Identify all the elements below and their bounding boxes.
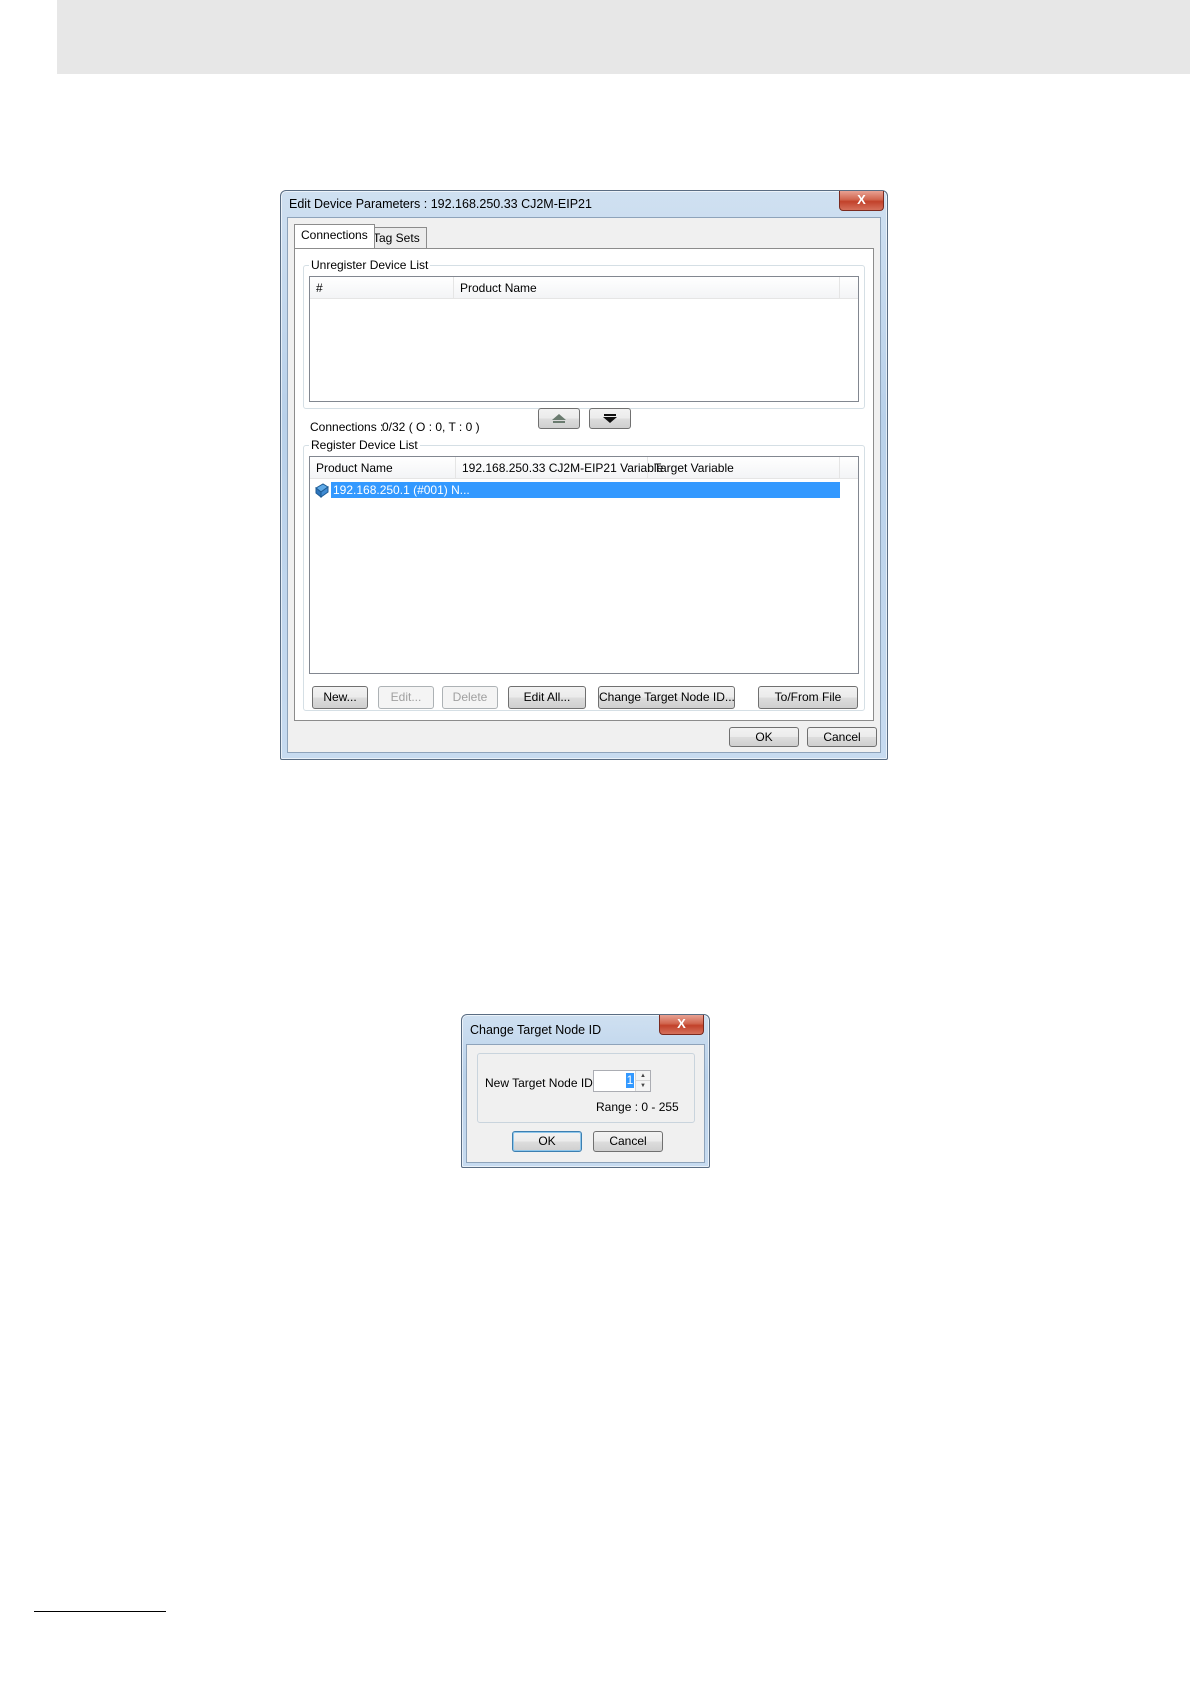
register-device-group: Register Device List Product Name 192.16… [303,438,865,711]
device-node-icon [315,483,329,498]
spin-up-icon[interactable]: ▲ [636,1071,650,1081]
tab-tag-sets[interactable]: Tag Sets [366,227,427,248]
unregister-device-list[interactable]: # Product Name [309,276,859,402]
node-id-group: New Target Node ID : 1 ▲ ▼ Range : 0 - 2… [477,1053,695,1123]
footer-rule [34,1611,166,1612]
table-row[interactable]: 192.168.250.1 (#001) N... [314,482,840,498]
move-down-arrow-icon [603,414,617,423]
dialog-client-area: New Target Node ID : 1 ▲ ▼ Range : 0 - 2… [466,1044,705,1163]
delete-button[interactable]: Delete [442,686,498,709]
new-target-node-id-label: New Target Node ID : [485,1076,600,1090]
new-button[interactable]: New... [312,686,368,709]
edit-all-button[interactable]: Edit All... [508,686,586,709]
close-button[interactable]: X [839,191,884,211]
unregister-device-group: Unregister Device List # Product Name [303,258,865,409]
spinner-buttons[interactable]: ▲ ▼ [635,1071,650,1091]
edit-button[interactable]: Edit... [378,686,434,709]
page-header-bar [57,0,1190,74]
register-device-list[interactable]: Product Name 192.168.250.33 CJ2M-EIP21 V… [309,456,859,674]
column-header-originator-variable[interactable]: 192.168.250.33 CJ2M-EIP21 Variable [456,457,663,479]
column-header-number[interactable]: # [310,277,454,299]
connections-label: Connections : [310,420,384,434]
tab-connections[interactable]: Connections [294,224,375,248]
spin-down-icon[interactable]: ▼ [636,1081,650,1091]
move-down-button[interactable] [589,408,631,429]
dialog-title: Change Target Node ID [470,1023,602,1037]
change-target-node-id-dialog: Change Target Node ID X New Target Node … [461,1014,710,1168]
row-product-name: 192.168.250.1 (#001) N... [333,483,470,497]
ok-button[interactable]: OK [729,727,799,747]
to-from-file-button[interactable]: To/From File [758,686,858,709]
range-text: Range : 0 - 255 [596,1100,679,1114]
dialog-title: Edit Device Parameters : 192.168.250.33 … [289,197,592,211]
close-icon: X [857,192,866,207]
cancel-button[interactable]: Cancel [807,727,877,747]
edit-device-parameters-dialog: Edit Device Parameters : 192.168.250.33 … [280,190,888,760]
column-header-product-name[interactable]: Product Name [454,277,840,299]
ok-button[interactable]: OK [512,1131,582,1152]
list-header: # Product Name [310,277,858,299]
unregister-device-list-label: Unregister Device List [309,258,431,272]
close-button[interactable]: X [659,1015,704,1035]
node-id-value[interactable]: 1 [626,1073,634,1088]
change-target-node-id-button[interactable]: Change Target Node ID... [598,686,735,709]
list-header: Product Name 192.168.250.33 CJ2M-EIP21 V… [310,457,858,479]
column-header-target-variable[interactable]: Target Variable [648,457,840,479]
column-header-product-name[interactable]: Product Name [310,457,456,479]
cancel-button[interactable]: Cancel [593,1131,663,1152]
selected-row-cell[interactable]: 192.168.250.1 (#001) N... [331,482,840,498]
dialog-client-area: Connections Tag Sets Unregister Device L… [287,217,881,753]
register-device-list-label: Register Device List [309,438,420,452]
close-icon: X [677,1016,686,1031]
connections-tab-panel: Unregister Device List # Product Name Co… [294,248,874,721]
node-id-spinner[interactable]: 1 ▲ ▼ [593,1070,651,1092]
move-up-arrow-icon [552,414,566,423]
move-up-button[interactable] [538,408,580,429]
connections-value: 0/32 ( O : 0, T : 0 ) [382,420,480,434]
